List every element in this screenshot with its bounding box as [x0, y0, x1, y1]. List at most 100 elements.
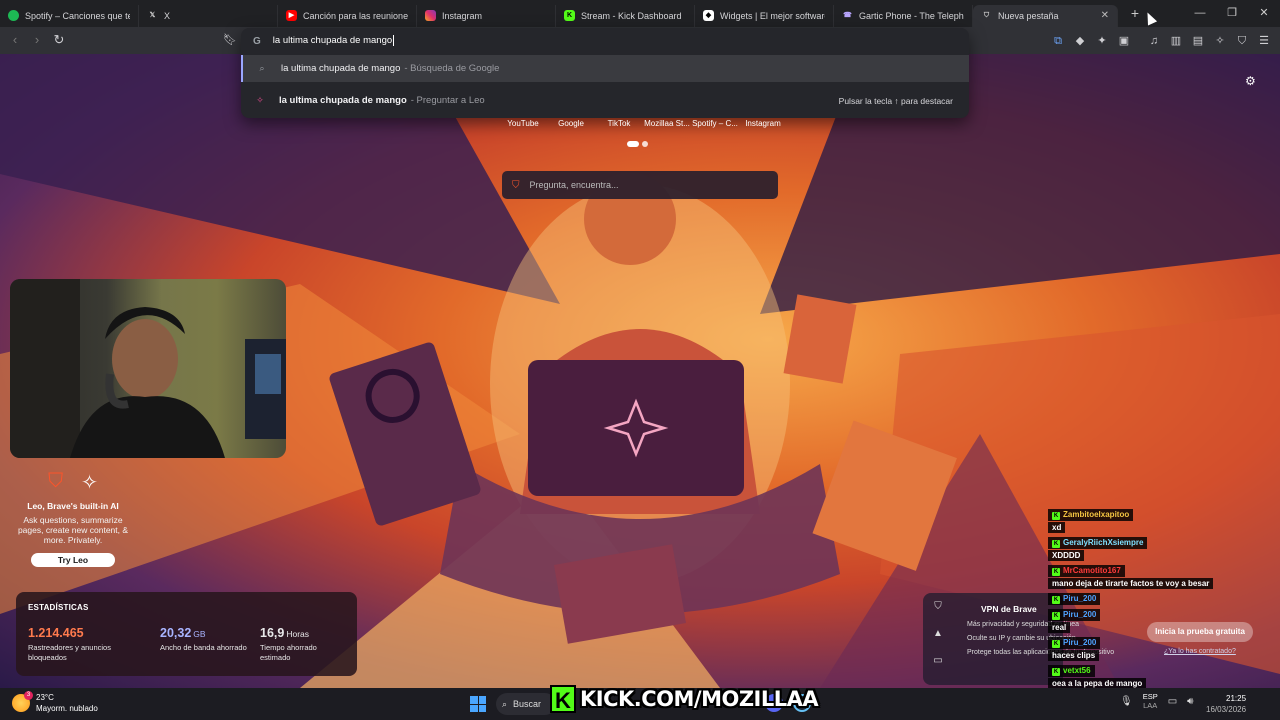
chat-username: K Piru_200 [1048, 609, 1101, 621]
restore-icon[interactable]: ❐ [1216, 0, 1248, 27]
network-icon[interactable]: ▭ [1168, 696, 1177, 707]
chat-message: K MrCamotito167 mano deja de tirarte fact… [1048, 564, 1224, 589]
reload-icon[interactable]: ↻ [48, 29, 70, 51]
extension-diamond-icon[interactable]: ◆ [1070, 30, 1090, 52]
weather-temp: 23°C [36, 693, 54, 702]
weather-text: 23°C Mayorm. nublado [36, 692, 98, 714]
microphone-icon[interactable]: 🎙︎ [1120, 696, 1133, 707]
card-icon[interactable]: ▭ [933, 655, 942, 666]
clock-time: 21:25 [1226, 694, 1247, 703]
top-sites-pager [627, 141, 648, 147]
stat-bandwidth: 20,32 GB Ancho de banda ahorrado [160, 626, 248, 653]
wallet-icon[interactable]: ▤ [1188, 30, 1208, 52]
vpn-title: VPN de Brave [981, 604, 1037, 614]
tab-title: Widgets | El mejor software pa [720, 10, 825, 21]
back-icon[interactable]: ‹ [4, 29, 26, 51]
top-site-spotify[interactable]: Spotify – C... [691, 119, 739, 128]
minimize-icon[interactable]: — [1184, 0, 1216, 27]
leo-promo: ⛉ ✧ Leo, Brave's built-in AI Ask questio… [14, 470, 132, 567]
chat-text: real [1048, 622, 1071, 633]
language-indicator[interactable]: ESP LAA [1143, 692, 1158, 710]
weather-widget[interactable]: 3 23°C Mayorm. nublado [12, 691, 98, 714]
search-input[interactable] [529, 180, 750, 190]
stats-heading: ESTADÍSTICAS [28, 603, 89, 612]
webcam-overlay [10, 279, 286, 458]
tab-kick-dashboard[interactable]: K Stream - Kick Dashboard [556, 4, 695, 27]
suggestion-ask-leo[interactable]: ✧ la ultima chupada de mango - Preguntar… [241, 87, 969, 114]
top-site-youtube[interactable]: YouTube [499, 119, 547, 128]
stat-value: 16,9 [260, 626, 285, 640]
extensions-icon[interactable]: ✦ [1092, 30, 1112, 52]
brave-lion-icon: ⛉ [48, 470, 64, 492]
new-tab-search: ⛉ [502, 171, 778, 199]
leo-promo-icons: ⛉ ✧ [14, 470, 132, 495]
weather-sun-icon: 3 [12, 691, 33, 712]
shield-icon[interactable]: ⛉ [1232, 30, 1252, 52]
pager-dot-active[interactable] [627, 141, 639, 147]
kick-stream-banner: K KICK.COM/MOZILLAA [550, 684, 819, 714]
notification-badge: 3 [24, 691, 33, 700]
tab-widgets[interactable]: ◆ Widgets | El mejor software pa [695, 4, 834, 27]
taskbar-search[interactable]: ⌕ Buscar [496, 693, 556, 715]
windows-start-icon[interactable] [470, 696, 486, 712]
kick-badge-icon: K [1052, 596, 1060, 604]
close-tab-icon[interactable]: ✕ [1101, 10, 1109, 21]
widgets-icon: ◆ [703, 10, 714, 21]
leo-icon[interactable]: ✧ [1210, 30, 1230, 52]
nav-buttons: ‹ › ↻ [4, 29, 70, 51]
window-controls: — ❐ ✕ [1184, 0, 1280, 27]
tab-spotify[interactable]: Spotify – Canciones que te gus [0, 4, 139, 27]
sidebar-icon[interactable]: ▥ [1166, 30, 1186, 52]
try-leo-button[interactable]: Try Leo [31, 553, 115, 567]
leo-title: Leo, Brave's built-in AI [27, 501, 119, 511]
address-bar-text[interactable]: la ultima chupada de mango [273, 35, 395, 47]
chat-username: K Piru_200 [1048, 593, 1101, 605]
calendar-icon[interactable]: ▣ [1114, 30, 1134, 52]
top-site-tiktok[interactable]: TikTok [595, 119, 643, 128]
suggestion-hint: Pulsar la tecla ↑ para destacar [838, 95, 953, 106]
tab-youtube[interactable]: ▶ Canción para las reuniones del [278, 4, 417, 27]
translate-icon[interactable]: ⧉ [1048, 30, 1068, 52]
kick-badge-icon: K [1052, 612, 1060, 620]
chat-username: K Piru_200 [1048, 637, 1101, 649]
volume-icon[interactable]: 🔊︎ [1187, 696, 1193, 707]
tab-new-tab[interactable]: ⛉ Nueva pestaña ✕ [973, 4, 1118, 27]
vpn-card: ⛉ ▲ ▭ VPN de Brave Más privacidad y segu… [923, 593, 1114, 685]
stat-label: Rastreadores y anuncios bloqueados [28, 643, 111, 662]
stat-trackers: 1.214.465 Rastreadores y anuncios bloque… [28, 626, 116, 663]
suggestion-google-search[interactable]: ⌕ la ultima chupada de mango - Búsqueda … [241, 55, 969, 82]
tab-gartic-phone[interactable]: ☎ Gartic Phone - The Telephone [834, 4, 973, 27]
music-icon[interactable]: ♫ [1144, 30, 1164, 52]
stream-chat: K Zambitoelxapitoo xd K GeralyRiichXsiempr… [1048, 508, 1224, 692]
tab-title: Spotify – Canciones que te gus [25, 10, 130, 21]
kick-badge-icon: K [1052, 568, 1060, 576]
tab-instagram[interactable]: Instagram [417, 4, 556, 27]
leo-icon: ✧ [256, 95, 264, 105]
pager-dot[interactable] [642, 141, 648, 147]
suggestion-text: la ultima chupada de mango [279, 95, 407, 106]
chat-text: haces clips [1048, 650, 1100, 661]
taskbar-search-label: Buscar [513, 699, 542, 709]
forward-icon[interactable]: › [26, 29, 48, 51]
top-site-instagram[interactable]: Instagram [739, 119, 787, 128]
bookmark-icon[interactable]: 🔖︎ [219, 29, 241, 51]
settings-gear-icon[interactable]: ⚙ [1245, 74, 1256, 88]
system-clock[interactable]: 21:25 16/03/2026 [1206, 693, 1246, 715]
stat-unit: GB [193, 629, 206, 639]
warning-icon[interactable]: ▲ [933, 628, 943, 639]
top-site-mozillaa[interactable]: Mozillaa St... [643, 119, 691, 128]
chat-text: xd [1048, 522, 1066, 533]
suggestion-source: - Búsqueda de Google [404, 63, 500, 74]
tab-title: Instagram [442, 10, 483, 21]
address-bar[interactable]: G la ultima chupada de mango [241, 28, 969, 54]
menu-icon[interactable]: ☰ [1254, 30, 1274, 52]
chat-username: K GeralyRiichXsiempre [1048, 537, 1148, 549]
phone-icon: ☎ [843, 12, 852, 19]
vpn-shield-icon[interactable]: ⛉ [934, 601, 942, 612]
top-site-google[interactable]: Google [547, 119, 595, 128]
chat-message: K Piru_200 real [1048, 608, 1224, 633]
top-sites: YouTube Google TikTok Mozillaa St... Spo… [499, 119, 787, 128]
kick-icon: K [564, 10, 575, 21]
close-window-icon[interactable]: ✕ [1248, 0, 1280, 27]
tab-x[interactable]: 𝕏 X [139, 4, 278, 27]
